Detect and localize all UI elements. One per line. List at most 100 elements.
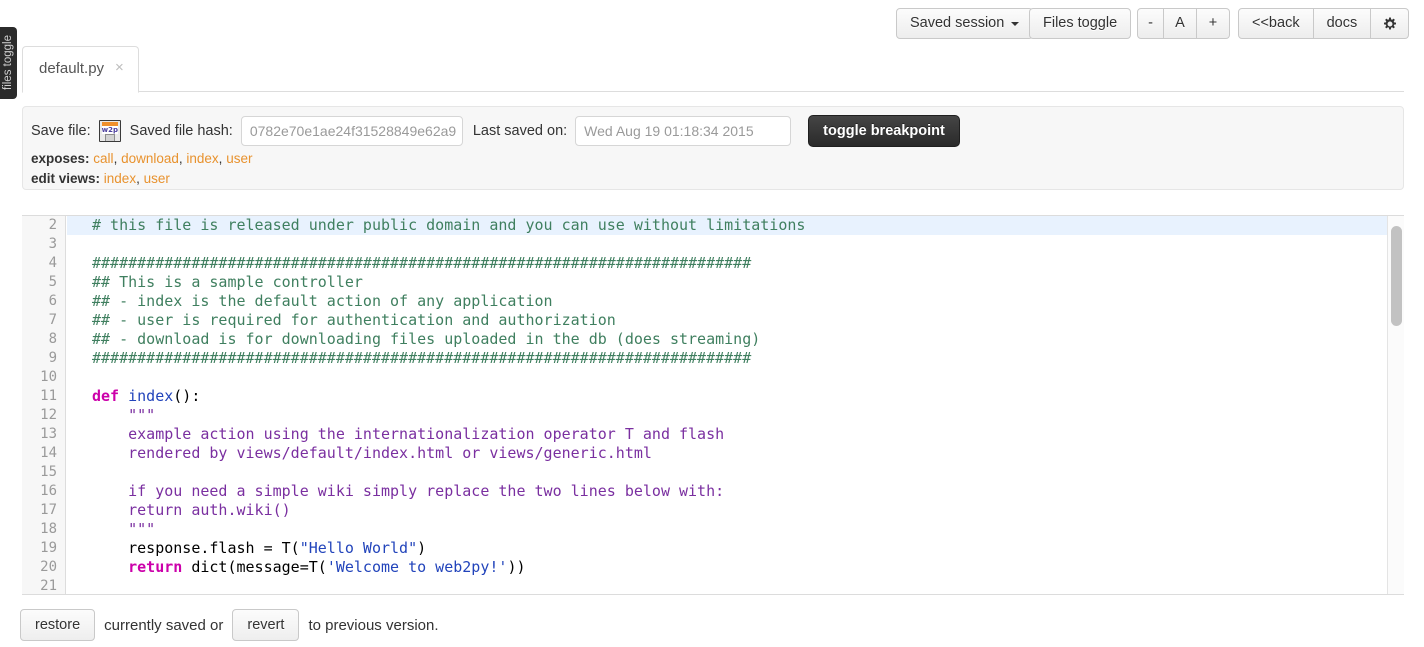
code-token-str: "Hello World" bbox=[299, 539, 418, 557]
tab-default-py[interactable]: default.py × bbox=[22, 46, 139, 93]
zoom-in-button[interactable]: + bbox=[1197, 8, 1230, 39]
floppy-disk-icon[interactable]: w2p bbox=[98, 120, 121, 142]
floppy-shutter bbox=[104, 134, 115, 141]
revert-button[interactable]: revert bbox=[232, 609, 300, 641]
edit-views-links: index, user bbox=[103, 171, 170, 186]
exposes-links: call, download, index, user bbox=[93, 151, 253, 166]
line-number: 18 bbox=[40, 521, 57, 537]
code-line[interactable]: ########################################… bbox=[92, 349, 1404, 368]
exposes-link-call[interactable]: call bbox=[93, 151, 113, 166]
saved-session-group: Saved session bbox=[896, 8, 1034, 39]
code-line[interactable]: return auth.wiki() bbox=[92, 501, 1404, 520]
code-line[interactable]: ########################################… bbox=[92, 254, 1404, 273]
line-number-gutter: 2 3 4 5 6 7 8 9 10 11 12 13 14 15 16 17 18 19 20 21 bbox=[22, 216, 66, 594]
nav-group: <<back docs bbox=[1238, 8, 1410, 39]
tab-label: default.py bbox=[39, 60, 105, 77]
saved-file-hash-input[interactable]: 0782e70e1ae24f31528849e62a9 bbox=[240, 116, 463, 146]
code-line[interactable]: ## - user is required for authentication… bbox=[92, 311, 1404, 330]
code-token-comment: ########################################… bbox=[92, 254, 752, 272]
code-line[interactable]: """ bbox=[92, 520, 1404, 539]
edit-views-row: edit views: index, user bbox=[31, 171, 170, 186]
code-token-doc: return auth.wiki() bbox=[92, 501, 291, 519]
last-saved-input[interactable]: Wed Aug 19 01:18:34 2015 bbox=[575, 116, 792, 146]
code-token-comment: ## - index is the default action of any … bbox=[92, 292, 553, 310]
code-line[interactable] bbox=[92, 235, 1404, 254]
line-number: 19 bbox=[40, 540, 57, 556]
code-line[interactable]: response.flash = T("Hello World") bbox=[92, 539, 1404, 558]
line-number: 14 bbox=[40, 445, 57, 461]
line-number: 6 bbox=[48, 293, 57, 309]
line-number: 20 bbox=[40, 559, 57, 575]
code-line[interactable] bbox=[92, 463, 1404, 482]
files-toggle-sidebar-tab[interactable]: files toggle bbox=[0, 27, 17, 99]
version-bar: restore currently saved or revert to pre… bbox=[0, 603, 1424, 647]
exposes-row: exposes: call, download, index, user bbox=[31, 151, 252, 166]
back-button[interactable]: <<back bbox=[1238, 8, 1314, 39]
code-content[interactable]: # this file is released under public dom… bbox=[67, 216, 1404, 594]
code-token-comment: # this file is released under public dom… bbox=[92, 216, 806, 234]
files-toggle-sidebar-label: files toggle bbox=[2, 35, 14, 91]
code-line[interactable]: ## - download is for downloading files u… bbox=[92, 330, 1404, 349]
settings-button[interactable] bbox=[1371, 8, 1410, 39]
code-token-kw: def bbox=[92, 387, 120, 405]
files-toggle-button[interactable]: Files toggle bbox=[1029, 8, 1132, 39]
code-line[interactable]: if you need a simple wiki simply replace… bbox=[92, 482, 1404, 501]
line-number: 17 bbox=[40, 502, 57, 518]
exposes-link-user[interactable]: user bbox=[226, 151, 252, 166]
code-line[interactable]: ## This is a sample controller bbox=[92, 273, 1404, 292]
code-line[interactable] bbox=[92, 577, 1404, 594]
top-toolbar: Saved session Files toggle - A + <<back … bbox=[0, 0, 1424, 44]
line-number: 3 bbox=[48, 236, 57, 252]
close-icon[interactable]: × bbox=[115, 60, 124, 75]
line-number: 16 bbox=[40, 483, 57, 499]
editor-tab-bar: default.py × bbox=[22, 46, 1404, 93]
line-number: 12 bbox=[40, 407, 57, 423]
code-line[interactable]: rendered by views/default/index.html or … bbox=[92, 444, 1404, 463]
code-line[interactable]: return dict(message=T('Welcome to web2py… bbox=[92, 558, 1404, 577]
code-token-plain: )) bbox=[507, 558, 526, 576]
currently-saved-text: currently saved or bbox=[104, 616, 224, 634]
editor-vertical-scrollbar[interactable] bbox=[1387, 216, 1404, 594]
code-editor[interactable]: 2 3 4 5 6 7 8 9 10 11 12 13 14 15 16 17 18 19 20 21 # this … bbox=[22, 215, 1404, 595]
code-token-plain: ) bbox=[417, 539, 427, 557]
saved-file-hash-label: Saved file hash: bbox=[129, 123, 233, 139]
gear-icon bbox=[1383, 17, 1396, 30]
line-number: 9 bbox=[48, 350, 57, 366]
code-line[interactable]: """ bbox=[92, 406, 1404, 425]
code-line[interactable]: def index(): bbox=[92, 387, 1404, 406]
line-number: 8 bbox=[48, 331, 57, 347]
exposes-link-index[interactable]: index bbox=[186, 151, 218, 166]
code-token-kw: return bbox=[92, 558, 183, 576]
line-number: 13 bbox=[40, 426, 57, 442]
edit-views-link-user[interactable]: user bbox=[144, 171, 170, 186]
docs-button[interactable]: docs bbox=[1313, 8, 1372, 39]
code-token-plain: response.flash = T( bbox=[92, 539, 300, 557]
exposes-link-download[interactable]: download bbox=[121, 151, 179, 166]
editor-scrollbar-thumb[interactable] bbox=[1391, 226, 1402, 326]
code-token-comment: ########################################… bbox=[92, 349, 752, 367]
edit-views-link-index[interactable]: index bbox=[104, 171, 136, 186]
code-token-fn: index bbox=[128, 387, 174, 405]
line-number: 10 bbox=[40, 369, 57, 385]
restore-button[interactable]: restore bbox=[20, 609, 96, 641]
code-line[interactable]: example action using the internationaliz… bbox=[92, 425, 1404, 444]
code-token-str: 'Welcome to web2py!' bbox=[326, 558, 508, 576]
files-toggle-group: Files toggle bbox=[1029, 8, 1132, 39]
file-info-row: Save file: w2p Saved file hash: 0782e70e… bbox=[31, 115, 960, 147]
file-info-panel: Save file: w2p Saved file hash: 0782e70e… bbox=[22, 106, 1404, 190]
code-token-doc: rendered by views/default/index.html or … bbox=[92, 444, 652, 462]
saved-session-button[interactable]: Saved session bbox=[896, 8, 1034, 39]
code-line[interactable] bbox=[92, 368, 1404, 387]
code-line[interactable]: ## - index is the default action of any … bbox=[92, 292, 1404, 311]
code-token-doc: """ bbox=[92, 520, 156, 538]
code-line[interactable]: # this file is released under public dom… bbox=[67, 216, 1387, 235]
code-token-plain: (): bbox=[173, 387, 201, 405]
line-number: 7 bbox=[48, 312, 57, 328]
chevron-down-icon bbox=[1011, 21, 1020, 26]
saved-session-label: Saved session bbox=[910, 15, 1005, 32]
edit-views-label: edit views: bbox=[31, 171, 101, 186]
zoom-out-button[interactable]: - bbox=[1137, 8, 1164, 39]
font-size-button[interactable]: A bbox=[1164, 8, 1197, 39]
toggle-breakpoint-button[interactable]: toggle breakpoint bbox=[808, 115, 960, 147]
